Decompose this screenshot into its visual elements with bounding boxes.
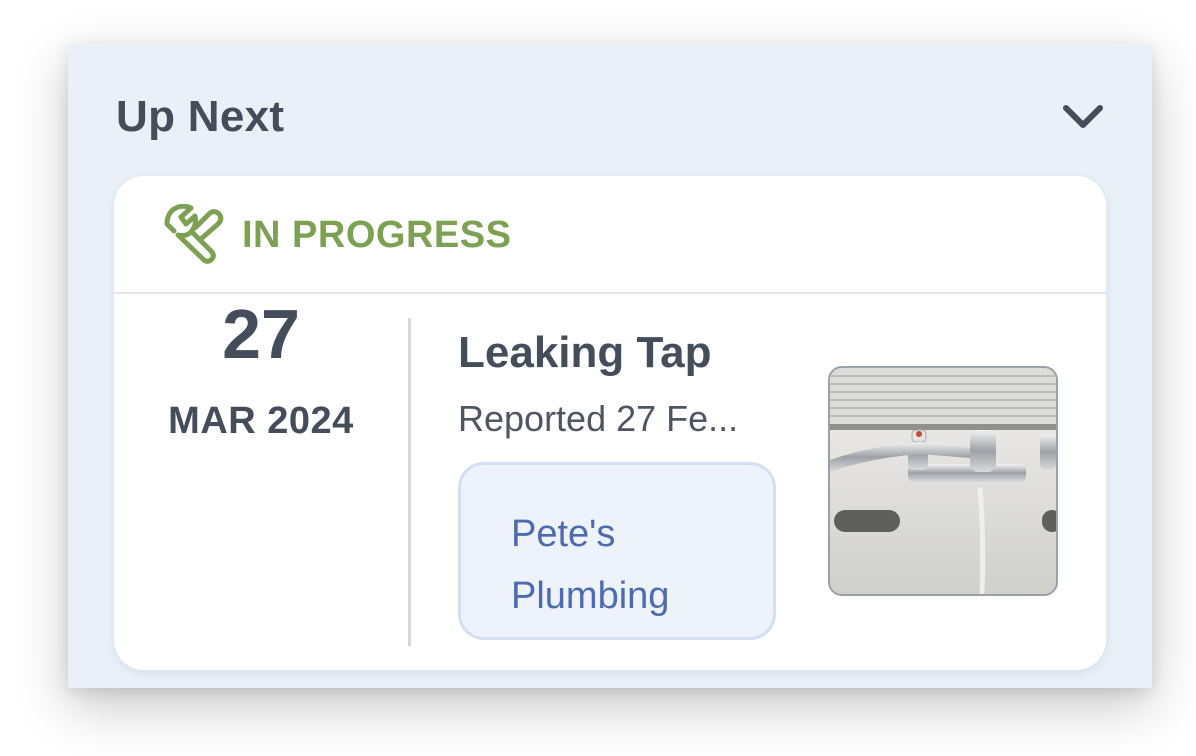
status-label: IN PROGRESS [242, 214, 512, 256]
job-photo[interactable] [828, 366, 1058, 596]
section-title: Up Next [116, 92, 285, 141]
date-month-year: MAR 2024 [168, 400, 354, 442]
job-card[interactable]: IN PROGRESS 27 MAR 2024 Leaking Tap Repo… [114, 176, 1106, 670]
wrench-icon [164, 204, 224, 264]
provider-name-line1: Pete's [511, 513, 616, 555]
job-title: Leaking Tap [458, 328, 712, 377]
chevron-down-icon[interactable] [1060, 96, 1106, 136]
vertical-divider [408, 318, 411, 646]
status-row: IN PROGRESS [114, 176, 1106, 294]
date-day: 27 [222, 295, 300, 373]
provider-name-line2: Plumbing [511, 575, 670, 617]
up-next-panel: Up Next IN PROGRESS 27 MAR 2024 Leaking … [68, 44, 1152, 688]
leaking-tap-photo [830, 368, 1056, 594]
reported-date: Reported 27 Fe... [458, 398, 739, 439]
provider-chip[interactable]: Pete's Plumbing [458, 462, 776, 640]
